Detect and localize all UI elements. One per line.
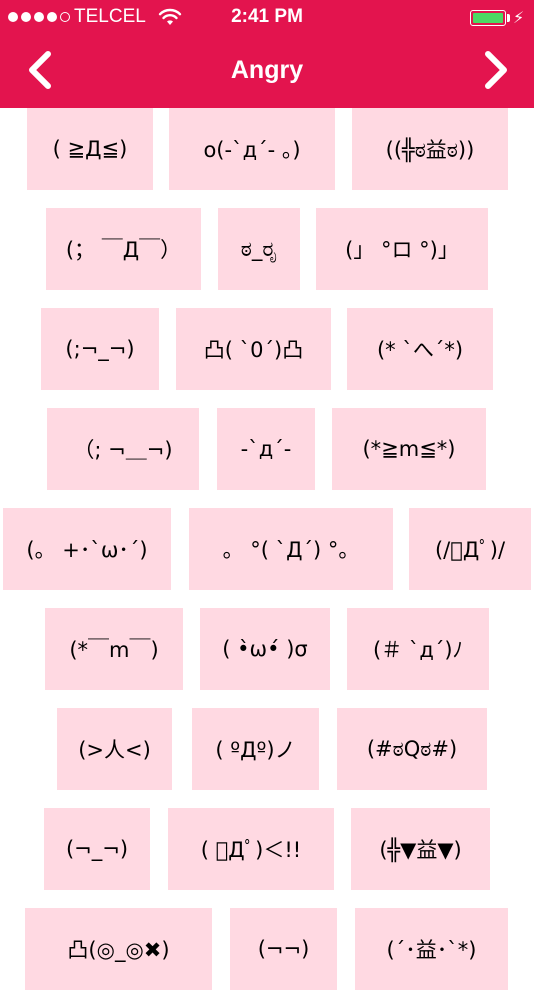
battery-tip: [507, 14, 510, 22]
app-header: TELCEL 2:41 PM ⚡ Angry: [0, 0, 534, 108]
emoticon-tile[interactable]: o(-`д´- 。): [169, 108, 335, 190]
forward-chevron-icon[interactable]: [480, 50, 512, 90]
emoticon-tile[interactable]: (/ﾟДﾟ)/: [409, 508, 531, 590]
emoticon-tile[interactable]: (； ￣Д￣）: [46, 208, 201, 290]
emoticon-tile[interactable]: ( ≧Д≦): [27, 108, 153, 190]
emoticon-tile[interactable]: ( •̀ω•́ )σ: [200, 608, 330, 690]
emoticon-tile[interactable]: (。 +･`ω･´): [3, 508, 171, 590]
emoticon-tile[interactable]: (* `へ´*): [347, 308, 493, 390]
status-time: 2:41 PM: [231, 6, 303, 27]
emoticon-tile[interactable]: 。 °( `Д´) °。: [189, 508, 393, 590]
emoticon-tile[interactable]: 凸( `0´)凸: [176, 308, 331, 390]
emoticon-tile[interactable]: (╬▼益▼): [351, 808, 490, 890]
emoticon-tile[interactable]: (#ಠQಠ#): [337, 708, 487, 790]
emoticon-tile[interactable]: 凸(◎_◎✖): [25, 908, 212, 990]
emoticon-tile[interactable]: (¬_¬): [44, 808, 150, 890]
emoticon-tile[interactable]: （; ¬＿¬): [47, 408, 199, 490]
status-bar: TELCEL 2:41 PM ⚡: [0, 0, 534, 36]
emoticon-tile[interactable]: (＃ `д´)ﾉ: [347, 608, 489, 690]
emoticon-tile[interactable]: (*≧m≦*): [332, 408, 486, 490]
emoticon-tile[interactable]: (>人<): [57, 708, 172, 790]
emoticon-tile[interactable]: (」 °ロ °)」: [316, 208, 488, 290]
page-title: Angry: [230, 56, 304, 84]
battery-icon: [470, 10, 506, 26]
emoticon-tile[interactable]: (;¬_¬): [41, 308, 159, 390]
emoticon-tile[interactable]: (´･益･`*): [355, 908, 508, 990]
charging-icon: ⚡: [513, 8, 525, 27]
emoticon-tile[interactable]: ಠ_ರೃ: [218, 208, 300, 290]
emoticon-tile[interactable]: ((╬ಠ益ಠ)): [352, 108, 508, 190]
emoticon-tile[interactable]: -`д´-: [217, 408, 315, 490]
emoticon-tile[interactable]: (¬¬): [230, 908, 337, 990]
emoticon-tile[interactable]: ( ﾟДﾟ)＜!!: [168, 808, 334, 890]
emoticon-tile[interactable]: (*￣m￣): [45, 608, 183, 690]
emoticon-tile[interactable]: ( ºДº)ノ: [192, 708, 319, 790]
